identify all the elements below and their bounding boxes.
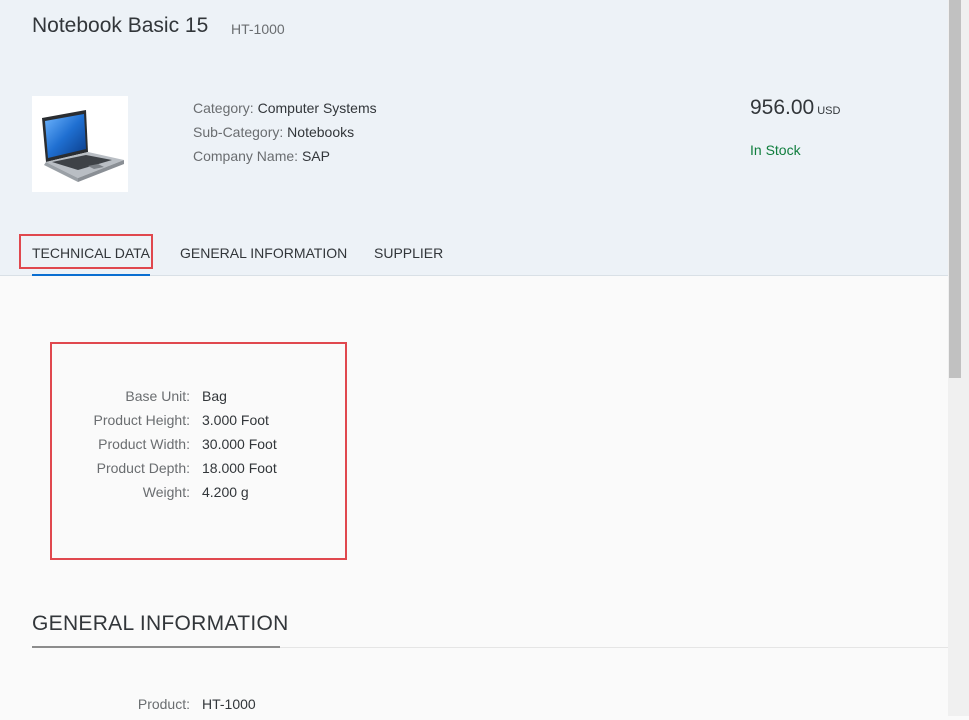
product-title: Notebook Basic 15 <box>32 14 209 37</box>
product-price: 956.00 USD <box>750 96 840 120</box>
attribute-value: SAP <box>301 148 330 164</box>
product-attributes: Category: Computer Systems Sub-Category:… <box>193 100 377 172</box>
price-amount: 956.00 <box>750 96 815 119</box>
tab-supplier[interactable]: SUPPLIER <box>374 236 443 274</box>
form-label: Product Width: <box>98 436 190 452</box>
form-value: 3.000 Foot <box>202 412 269 428</box>
form-value: 30.000 Foot <box>202 436 277 452</box>
highlight-box-tab <box>19 234 153 269</box>
attribute-label: Category: <box>193 100 254 116</box>
tab-general-information[interactable]: GENERAL INFORMATION <box>180 236 347 274</box>
form-label: Product Height: <box>93 412 191 428</box>
form-value: HT-1000 <box>202 696 256 712</box>
form-label: Base Unit: <box>125 388 190 404</box>
attribute-category: Category: Computer Systems <box>193 100 377 124</box>
form-label: Product Depth: <box>96 460 190 476</box>
laptop-image <box>32 96 128 192</box>
product-id: HT-1000 <box>231 21 285 37</box>
scrollbar-thumb[interactable] <box>949 0 961 378</box>
attribute-label: Sub-Category: <box>193 124 284 140</box>
attribute-subcategory: Sub-Category: Notebooks <box>193 124 377 148</box>
section-title-underline <box>32 646 280 648</box>
form-value: Bag <box>202 388 227 404</box>
attribute-label: Company Name: <box>193 148 299 164</box>
form-value: 18.000 Foot <box>202 460 277 476</box>
form-label: Weight: <box>142 484 190 500</box>
form-label: Product: <box>137 696 190 712</box>
section-title-general-information: GENERAL INFORMATION <box>32 612 289 635</box>
availability-status: In Stock <box>750 142 801 158</box>
attribute-value: Notebooks <box>287 124 355 140</box>
form-value: 4.200 g <box>202 484 249 500</box>
price-currency: USD <box>817 105 841 117</box>
attribute-value: Computer Systems <box>257 100 377 116</box>
attribute-company: Company Name: SAP <box>193 148 377 172</box>
